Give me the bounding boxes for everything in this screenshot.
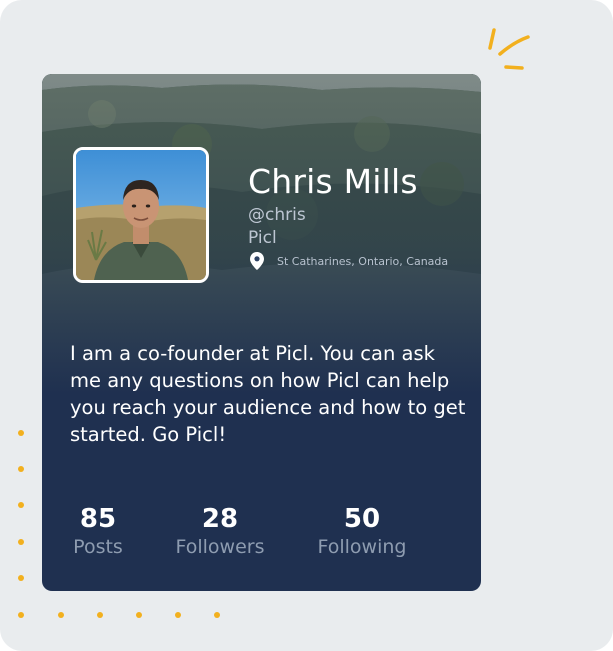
decorative-dot xyxy=(175,612,181,618)
profile-name: Chris Mills xyxy=(248,162,418,201)
decorative-dot xyxy=(18,575,24,581)
decorative-dot xyxy=(18,430,24,436)
location-text: St Catharines, Ontario, Canada xyxy=(277,254,449,268)
stat-label: Posts xyxy=(73,536,123,558)
decorative-dot xyxy=(18,466,24,472)
decorative-dot xyxy=(136,612,142,618)
decorative-dot xyxy=(97,612,103,618)
avatar xyxy=(73,147,209,283)
stat-label: Following xyxy=(317,536,407,558)
stat-posts[interactable]: 85 Posts xyxy=(64,504,132,560)
avatar-photo xyxy=(76,150,206,280)
stat-value: 28 xyxy=(201,504,239,534)
map-pin-icon xyxy=(250,252,264,270)
decorative-dot xyxy=(18,539,24,545)
profile-bio: I am a co-founder at Picl. You can ask m… xyxy=(70,342,466,446)
stat-followers[interactable]: 28 Followers xyxy=(164,504,276,560)
decorative-accent-lines xyxy=(488,28,530,70)
page-background: Chris Mills @chris Picl St Catharines, O… xyxy=(0,0,613,651)
stat-value: 50 xyxy=(343,504,381,534)
profile-company: Picl xyxy=(248,228,277,248)
stat-label: Followers xyxy=(175,536,265,558)
decorative-dot xyxy=(18,612,24,618)
stat-following[interactable]: 50 Following xyxy=(306,504,418,560)
profile-handle: @chris xyxy=(248,205,306,225)
profile-card: Chris Mills @chris Picl St Catharines, O… xyxy=(42,74,481,591)
decorative-dot xyxy=(18,502,24,508)
stat-value: 85 xyxy=(79,504,117,534)
profile-location: St Catharines, Ontario, Canada xyxy=(250,252,448,270)
decorative-dot xyxy=(58,612,64,618)
decorative-dot xyxy=(214,612,220,618)
